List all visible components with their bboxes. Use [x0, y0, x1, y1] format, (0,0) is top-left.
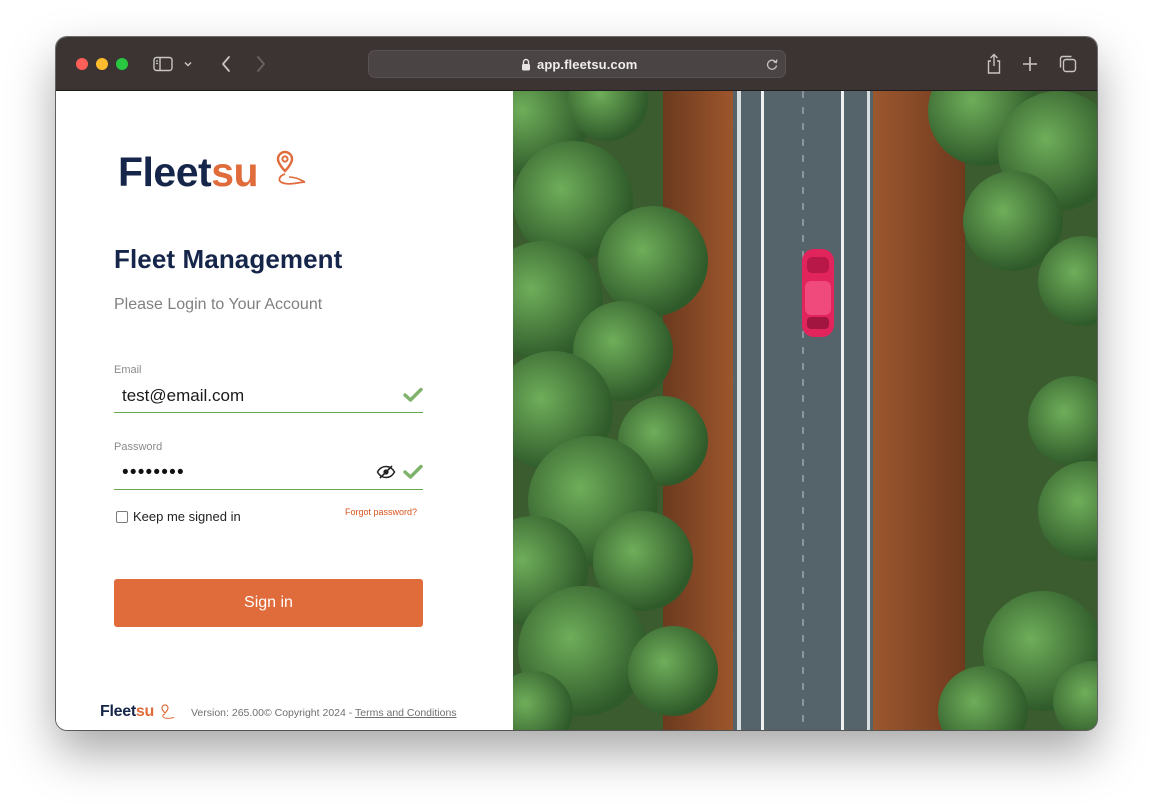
eye-slash-icon[interactable] [376, 464, 396, 485]
footer-logo-su: su [135, 703, 154, 720]
back-icon[interactable] [215, 53, 237, 75]
browser-window: app.fleetsu.com Fleetsu Fleet Management… [56, 37, 1097, 730]
footer: Fleetsu Version: 265.00© Copyright 2024 … [100, 703, 500, 723]
footer-pin-icon [161, 704, 175, 725]
password-label: Password [114, 441, 163, 453]
email-label: Email [114, 364, 142, 376]
tabs-icon[interactable] [1057, 53, 1079, 75]
password-valid-check-icon [403, 464, 423, 485]
zoom-window-button[interactable] [116, 58, 128, 70]
minimize-window-button[interactable] [96, 58, 108, 70]
fleetsu-logo: Fleetsu [118, 149, 318, 195]
footer-text: Version: 265.00© Copyright 2024 - Terms … [191, 707, 457, 719]
login-panel: Fleetsu Fleet Management Please Login to… [56, 91, 513, 730]
logo-text-su: su [211, 149, 259, 195]
logo-text-fleet: Fleet [118, 149, 212, 195]
email-field-wrapper [114, 379, 423, 413]
location-pin-icon [275, 150, 311, 195]
footer-logo-fleet: Fleet [100, 703, 136, 720]
keep-signed-in-checkbox[interactable] [116, 510, 128, 523]
page-subtitle: Please Login to Your Account [114, 296, 323, 313]
chevron-down-icon[interactable] [182, 53, 194, 75]
forward-icon[interactable] [250, 53, 272, 75]
close-window-button[interactable] [76, 58, 88, 70]
hero-image-road-forest [513, 91, 1097, 730]
terms-link[interactable]: Terms and Conditions [355, 707, 457, 719]
address-bar[interactable]: app.fleetsu.com [368, 50, 786, 78]
page-content: Fleetsu Fleet Management Please Login to… [56, 91, 1097, 730]
browser-titlebar: app.fleetsu.com [56, 37, 1097, 91]
sidebar-icon[interactable] [152, 53, 174, 75]
password-field[interactable]: •••••••• [122, 462, 185, 484]
forgot-password-link[interactable]: Forgot password? [345, 507, 417, 517]
version-text: Version: 265.00© Copyright 2024 - [191, 707, 355, 719]
page-title: Fleet Management [114, 244, 343, 274]
email-valid-check-icon [403, 387, 423, 408]
keep-signed-in-label[interactable]: Keep me signed in [133, 509, 241, 524]
share-icon[interactable] [983, 53, 1005, 75]
keep-signed-in[interactable]: Keep me signed in [116, 509, 241, 524]
password-field-wrapper: •••••••• [114, 456, 423, 490]
sign-in-button[interactable]: Sign in [114, 579, 423, 627]
url-text: app.fleetsu.com [537, 57, 638, 72]
lock-icon [521, 58, 531, 76]
footer-logo: Fleetsu [100, 703, 154, 721]
email-field[interactable] [122, 383, 372, 409]
reload-icon[interactable] [765, 57, 779, 76]
plus-icon[interactable] [1019, 53, 1041, 75]
